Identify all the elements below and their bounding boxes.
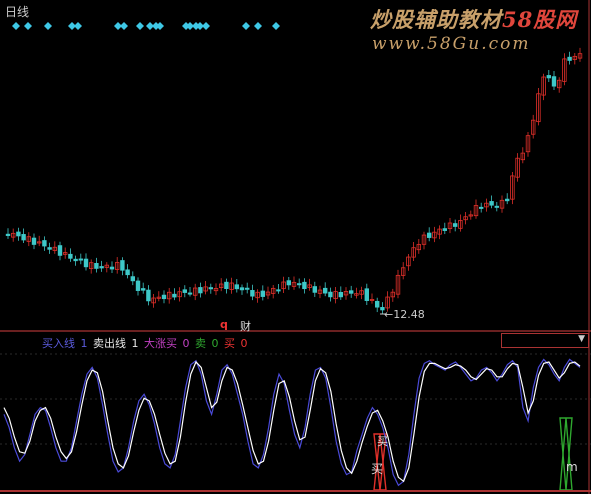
legend-sell-line-value: 1 [131,337,139,350]
signal-diamond [44,22,52,30]
legend-sell-line-label: 卖出线 [93,337,126,350]
candle-body [135,280,141,291]
candle-body [296,283,302,286]
candle-body [47,247,52,250]
candle-body [312,286,317,293]
sell-signal-bar-inverse [559,417,573,491]
candle-body [130,276,135,282]
legend-big-rise-buy-label: 大涨买 [144,337,177,350]
candle-body [68,253,73,259]
candle-body [260,290,265,297]
candle-body [442,228,447,231]
q-marker: q [220,318,228,331]
candle-body [21,234,26,241]
candle-body [73,258,78,262]
signal-diamond [272,22,280,30]
candle-body [234,284,239,290]
signal-diamond [120,22,128,30]
candle-body [31,237,37,245]
candle-body [478,206,484,209]
candle-body [244,287,250,290]
candle-body [494,205,499,208]
candle-body [78,258,83,261]
legend-sell-label: 卖 [195,337,206,350]
candle-body [99,266,104,269]
signal-diamond [136,22,144,30]
legend-buy-line-label: 买入线 [42,337,75,350]
chevron-down-icon[interactable]: ▼ [578,334,585,344]
candle-body [83,258,89,268]
candle-body [16,231,21,237]
candle-body [348,290,354,294]
candle-body [364,288,369,301]
legend-big-rise-buy-value: 0 [182,337,190,350]
signal-diamond-row [12,22,280,30]
candle-body [250,290,255,297]
candle-body [374,300,380,308]
candle-body [551,76,557,87]
candle-body [187,292,193,295]
signal-diamond [12,22,20,30]
candle-body [302,281,307,290]
candle-body [239,287,245,291]
low-price-annotation: ←12.48 [384,308,425,321]
legend-sell-value: 0 [211,337,219,350]
signal-diamond [202,22,210,30]
candle-body [125,269,130,276]
candle-body [146,289,151,302]
signal-diamond [24,22,32,30]
candle-body [182,289,187,293]
candle-body [286,280,291,286]
candle-body [109,266,115,270]
legend-buy-line-value: 1 [80,337,88,350]
candle-body [276,289,281,292]
watermark-title: 炒股辅助教材58股网 [370,4,577,34]
signal-diamond [74,22,82,30]
candle-body [198,287,203,294]
candle-body [567,56,572,61]
watermark-prefix: 炒股辅助教材 [370,7,502,32]
signal-diamond [242,22,250,30]
sell-signal-bar [559,417,573,491]
buy-line-series [3,358,581,487]
candle-body [452,223,458,227]
candle-body [426,232,432,238]
legend-buy-label: 买 [224,337,235,350]
candle-body [120,260,125,271]
indicator-dropdown[interactable]: ▼ [501,333,589,348]
candle-body [172,293,177,298]
candle-body [328,291,333,298]
candle-body [208,287,213,290]
candle-body [5,233,11,236]
finance-marker: 财 [240,320,251,333]
signal-diamond [254,22,262,30]
candle-body [322,287,328,294]
candle-body [338,291,343,298]
watermark-brand: 58股网 [502,7,578,32]
candlestick-series [5,47,583,315]
period-label: 日线 [5,5,30,19]
candle-body [489,201,494,206]
legend-buy-value: 0 [240,337,248,350]
candle-body [42,240,47,247]
candle-body [94,262,99,269]
buy-signal-label-bottom: 买 [371,462,384,476]
candle-body [546,75,551,79]
signal-label-m: m [566,460,578,474]
candle-body [504,198,510,202]
candle-body [140,288,146,291]
candle-body [161,294,167,300]
watermark-url: www.58Gu.com [372,34,531,54]
candle-body [57,245,63,256]
buy-signal-label-top: 买 [377,435,388,448]
candle-body [224,281,229,289]
stock-chart-canvas[interactable] [0,0,591,494]
indicator-legend: 买入线 1 卖出线 1 大涨买 0 卖 0 买 0 [42,335,250,351]
